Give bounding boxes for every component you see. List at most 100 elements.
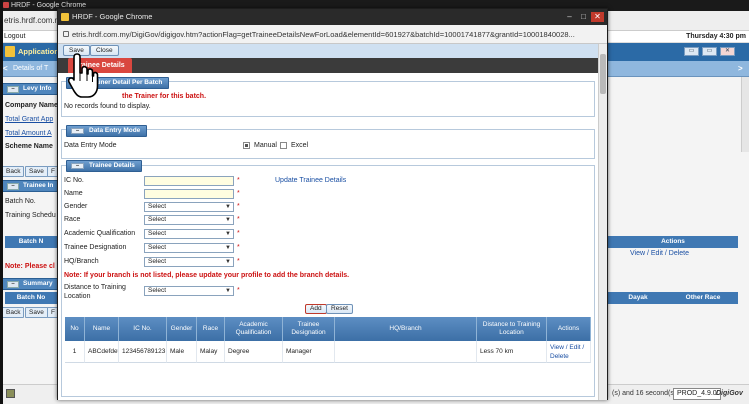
trainee-section-title: Trainee Details	[89, 162, 135, 169]
ic-no-label: IC No.	[64, 177, 84, 184]
popup-tab-bar: Trainee Details	[58, 58, 598, 73]
popup-toolbar: Save Close	[58, 44, 598, 58]
grid-header-race: Race	[197, 317, 225, 341]
hq-branch-select[interactable]: Select ▼	[144, 257, 234, 267]
dropdown-caret-icon: ▼	[225, 217, 231, 223]
trainee-details-popup: HRDF - Google Chrome – □ ✕ etris.hrdf.co…	[57, 8, 608, 400]
bg-back-button[interactable]: Back	[2, 166, 25, 177]
bg-save-button[interactable]: Save	[25, 166, 48, 177]
hand-pointer-cursor-icon	[67, 53, 99, 98]
branch-note: Note: If your branch is not listed, plea…	[64, 272, 350, 279]
distance-select-value: Select	[148, 287, 167, 294]
bg-scrollbar[interactable]	[741, 77, 749, 152]
race-select-value: Select	[148, 216, 167, 223]
required-mark: *	[237, 216, 240, 223]
maximize-icon[interactable]: ▭	[702, 47, 717, 56]
bg-levy-header[interactable]: – Levy Info	[2, 83, 58, 95]
excel-label: Excel	[291, 142, 309, 149]
collapse-icon[interactable]: –	[7, 183, 19, 190]
race-label: Race	[64, 216, 81, 223]
table-row-cell-race: Malay	[197, 341, 225, 363]
manual-label: Manual	[254, 142, 277, 149]
minimize-icon[interactable]: –	[563, 12, 576, 22]
app-icon	[3, 2, 9, 8]
required-mark: *	[237, 230, 240, 237]
popup-scroll-thumb[interactable]	[600, 54, 606, 94]
table-row-cell-gender: Male	[167, 341, 197, 363]
ic-no-input[interactable]	[144, 176, 234, 186]
name-label: Name	[64, 190, 83, 197]
prod-version: PROD_4.9.0	[673, 388, 721, 400]
datetime-label: Thursday 4:30 pm	[686, 33, 746, 40]
dropdown-caret-icon: ▼	[225, 245, 231, 251]
minimize-icon[interactable]: ▭	[684, 47, 699, 56]
table-row-cell-no: 1	[65, 341, 85, 363]
academic-select[interactable]: Select ▼	[144, 229, 234, 239]
collapse-icon[interactable]: –	[71, 128, 84, 134]
close-icon[interactable]: ✕	[591, 12, 604, 22]
data-entry-section-header[interactable]: – Data Entry Mode	[66, 125, 148, 137]
table-row-actions-link[interactable]: View / Edit / Delete	[547, 341, 591, 363]
hq-branch-select-value: Select	[148, 258, 167, 265]
race-select[interactable]: Select ▼	[144, 215, 234, 225]
academic-label: Academic Qualification	[64, 230, 136, 237]
academic-select-value: Select	[148, 230, 167, 237]
bg-trainee-header[interactable]: – Trainee In	[2, 180, 58, 192]
data-entry-section-title: Data Entry Mode	[89, 127, 141, 134]
designation-select[interactable]: Select ▼	[144, 243, 234, 253]
bg-total-amount-link[interactable]: Total Amount A	[5, 130, 52, 137]
grid-header-designation: Trainee Designation	[283, 317, 335, 341]
grid-header-name: Name	[85, 317, 119, 341]
trainee-section-header[interactable]: – Trainee Details	[66, 160, 142, 172]
collapse-icon[interactable]: –	[71, 163, 84, 169]
table-row-cell-name: ABCdefdefds	[85, 341, 119, 363]
popup-content: – Trainer Detail Per Batch the Trainer fo…	[58, 73, 598, 400]
required-mark: *	[237, 190, 240, 197]
status-app-icon	[6, 389, 15, 398]
bg-trainee-title: Trainee In	[23, 182, 54, 189]
distance-label: Distance to Training Location	[64, 284, 126, 300]
collapse-icon[interactable]: –	[7, 86, 19, 93]
logout-link[interactable]: Logout	[4, 33, 25, 40]
bg-total-grant-link[interactable]: Total Grant App	[5, 116, 53, 123]
close-icon[interactable]: ✕	[720, 47, 735, 56]
bg-summary-header[interactable]: – Summary	[2, 278, 58, 290]
update-trainee-details-link[interactable]: Update Trainee Details	[275, 177, 346, 184]
nav-right-arrow-icon[interactable]: >	[738, 64, 743, 73]
popup-address-bar[interactable]: etris.hrdf.com.my/DigiGov/digigov.htm?ac…	[58, 25, 607, 44]
bg-row-actions[interactable]: View / Edit / Delete	[630, 250, 689, 257]
chrome-app-icon	[61, 13, 69, 21]
popup-scrollbar[interactable]	[598, 44, 607, 400]
table-row-cell-academic: Degree	[225, 341, 283, 363]
collapse-icon[interactable]: –	[7, 281, 19, 288]
distance-select[interactable]: Select ▼	[144, 286, 234, 296]
reset-button[interactable]: Reset	[326, 304, 353, 314]
add-button[interactable]: Add	[305, 304, 327, 314]
table-row-cell-designation: Manager	[283, 341, 335, 363]
bg-company-label: Company Name	[5, 102, 58, 109]
grid-header-actions: Actions	[547, 317, 591, 341]
grid-header-distance: Distance to Training Location	[477, 317, 547, 341]
application-icon	[5, 46, 15, 57]
grid-header-no: No	[65, 317, 85, 341]
popup-url: etris.hrdf.com.my/DigiGov/digigov.htm?ac…	[72, 30, 575, 39]
popup-title-bar[interactable]: HRDF - Google Chrome – □ ✕	[58, 9, 607, 25]
gender-label: Gender	[64, 203, 88, 210]
gender-select[interactable]: Select ▼	[144, 202, 234, 212]
gender-select-value: Select	[148, 203, 167, 210]
grid-header-hq-branch: HQ/Branch	[335, 317, 477, 341]
bg-summary-title: Summary	[23, 280, 53, 287]
dropdown-caret-icon: ▼	[225, 204, 231, 210]
maximize-icon[interactable]: □	[577, 12, 590, 22]
dropdown-caret-icon: ▼	[225, 288, 231, 294]
screen-edge	[0, 0, 3, 404]
nav-left-arrow-icon[interactable]: <	[3, 64, 8, 73]
grid-header-ic: IC No.	[119, 317, 167, 341]
bg-save-button-2[interactable]: Save	[25, 307, 48, 318]
trainer-section-title: Trainer Detail Per Batch	[89, 79, 163, 86]
manual-checkbox[interactable]	[243, 142, 250, 149]
bg-batch-label: Batch No.	[5, 198, 36, 205]
name-input[interactable]	[144, 189, 234, 199]
excel-checkbox[interactable]	[280, 142, 287, 149]
bg-back-button-2[interactable]: Back	[2, 307, 25, 318]
